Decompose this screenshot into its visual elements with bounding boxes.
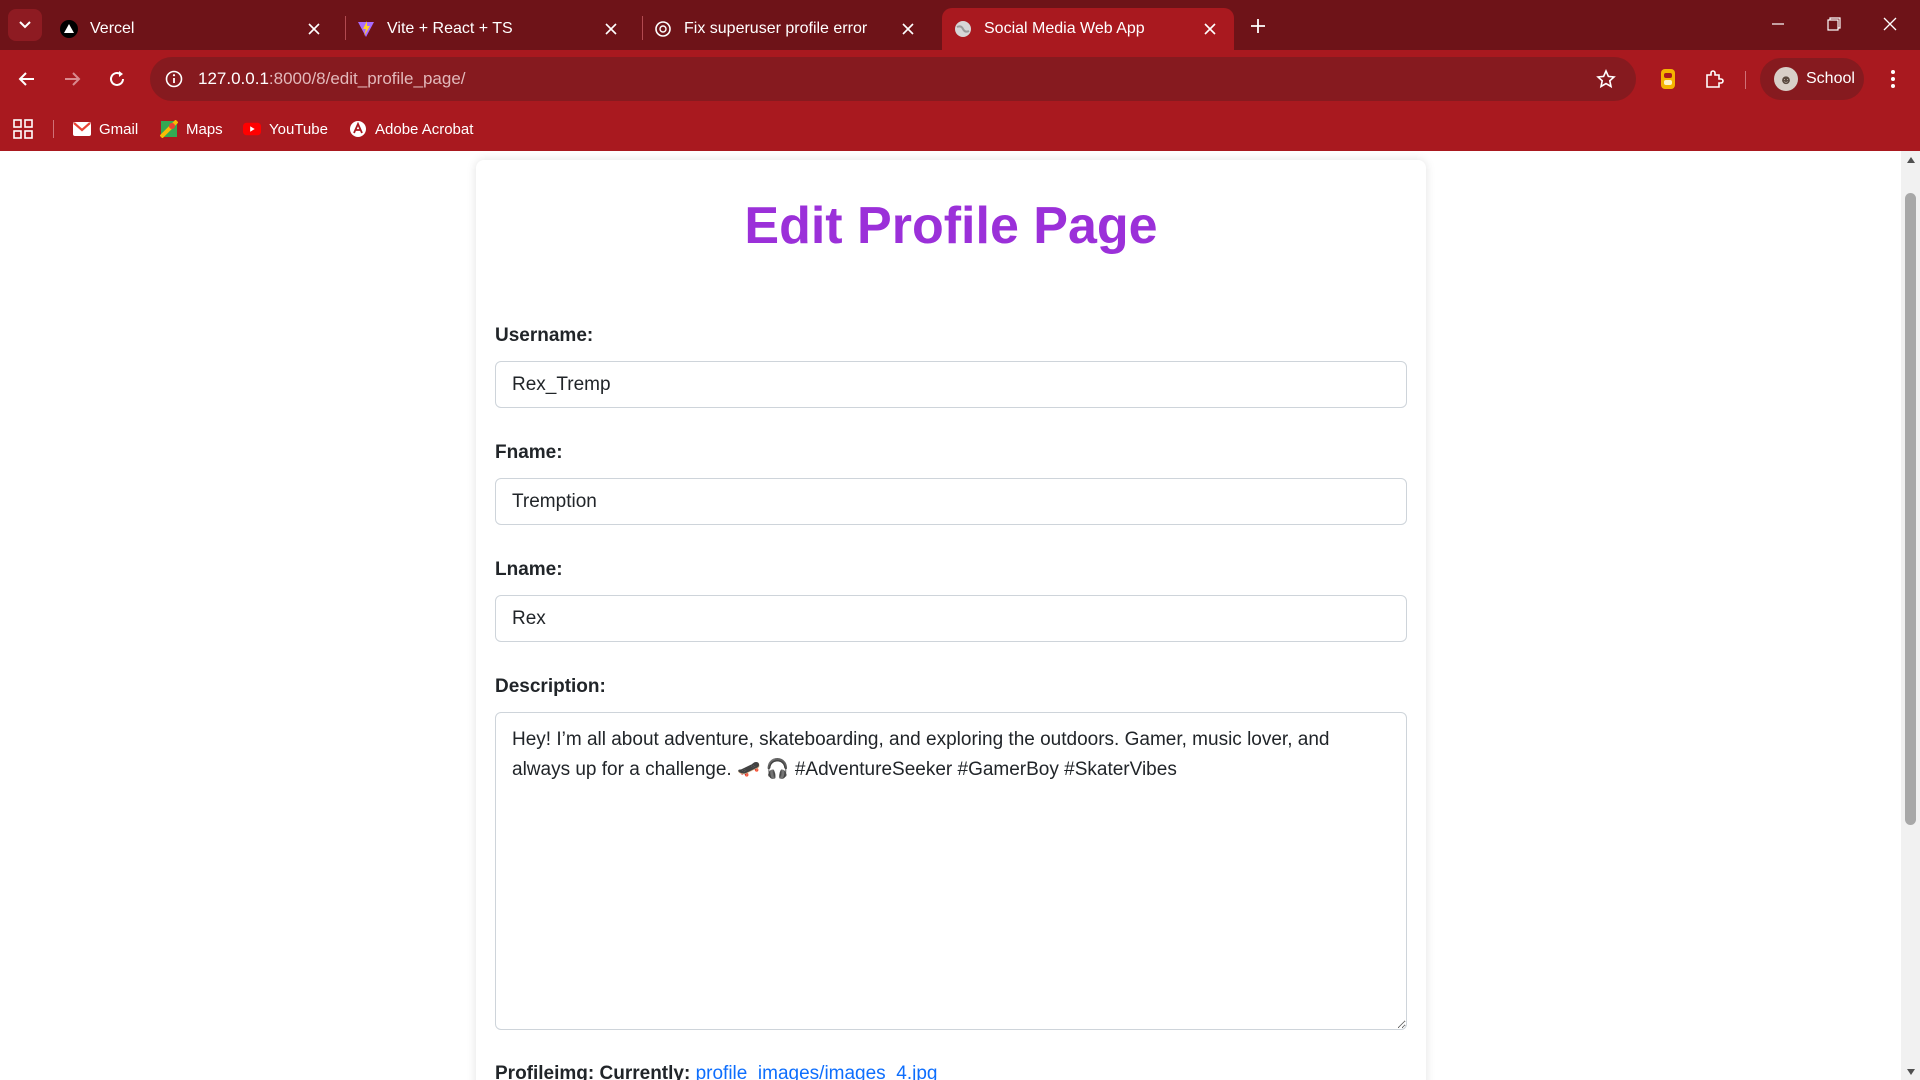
avatar: ☻	[1774, 67, 1798, 91]
browser-toolbar: 127.0.0.1:8000/8/edit_profile_page/ ☻ Sc…	[0, 50, 1920, 108]
extension-icon[interactable]	[1652, 63, 1684, 95]
username-label: Username:	[495, 325, 594, 346]
page-scrollbar[interactable]	[1901, 151, 1920, 1080]
tab-chatgpt[interactable]: Fix superuser profile error	[642, 8, 932, 50]
close-tab-icon[interactable]	[896, 17, 920, 41]
globe-icon	[954, 20, 972, 38]
bookmarks-divider	[53, 120, 54, 138]
reload-button[interactable]	[99, 61, 135, 97]
bookmark-maps[interactable]: Maps	[160, 116, 223, 142]
chevron-down-icon	[19, 21, 31, 29]
toolbar-divider	[1745, 71, 1746, 89]
close-tab-icon[interactable]	[599, 17, 623, 41]
youtube-icon	[243, 120, 261, 138]
site-info-icon[interactable]	[154, 59, 194, 99]
bookmark-gmail[interactable]: Gmail	[73, 116, 138, 142]
acrobat-icon	[349, 120, 367, 138]
plus-icon	[1251, 19, 1265, 33]
profileimg-current-link[interactable]: profile_images/images_4.jpg	[696, 1063, 938, 1080]
minimize-icon	[1772, 23, 1784, 25]
scroll-down-arrow-icon[interactable]	[1901, 1063, 1920, 1080]
address-bar[interactable]: 127.0.0.1:8000/8/edit_profile_page/	[150, 57, 1636, 101]
vite-icon	[357, 20, 375, 38]
tab-strip: Vercel Vite + React + TS Fix superuser p…	[0, 0, 1920, 50]
forward-button[interactable]	[54, 61, 90, 97]
scrollbar-thumb[interactable]	[1905, 193, 1916, 825]
description-label: Description:	[495, 676, 606, 697]
close-icon	[1883, 17, 1897, 31]
edit-profile-card: Edit Profile Page Username: Fname: Lname…	[476, 160, 1426, 1080]
close-window-button[interactable]	[1862, 0, 1918, 48]
profileimg-label: Profileimg:	[495, 1063, 595, 1080]
scroll-up-arrow-icon[interactable]	[1901, 151, 1920, 168]
profile-button[interactable]: ☻ School	[1760, 58, 1864, 100]
url-host: 127.0.0.1	[198, 69, 269, 88]
bookmark-label: Maps	[186, 120, 223, 138]
bookmark-label: YouTube	[269, 120, 328, 138]
maps-icon	[160, 120, 178, 138]
tab-title: Social Media Web App	[984, 20, 1145, 37]
bookmark-adobe-acrobat[interactable]: Adobe Acrobat	[349, 116, 473, 142]
url-path: :8000/8/edit_profile_page/	[268, 69, 466, 88]
back-button[interactable]	[9, 61, 45, 97]
kebab-menu-icon	[1891, 70, 1895, 88]
new-tab-button[interactable]	[1244, 12, 1272, 40]
profileimg-currently: Currently:	[599, 1063, 691, 1080]
lname-field[interactable]	[495, 595, 1407, 642]
tab-title: Vercel	[90, 20, 135, 37]
extensions-puzzle-icon[interactable]	[1698, 63, 1730, 95]
page-viewport: Edit Profile Page Username: Fname: Lname…	[0, 151, 1901, 1080]
apps-button[interactable]	[13, 116, 33, 142]
description-textarea[interactable]: Hey! I’m all about adventure, skateboard…	[495, 712, 1407, 1030]
chatgpt-icon	[654, 20, 672, 38]
bookmark-label: Adobe Acrobat	[375, 120, 474, 138]
apps-grid-icon	[13, 119, 33, 139]
arrow-left-icon	[18, 72, 34, 86]
bookmarks-bar: Gmail Maps YouTube Adobe Acrobat	[0, 108, 1920, 151]
tab-title: Vite + React + TS	[387, 20, 513, 37]
minimize-button[interactable]	[1750, 0, 1806, 48]
fname-label: Fname:	[495, 442, 563, 463]
url-text: 127.0.0.1:8000/8/edit_profile_page/	[198, 69, 466, 89]
arrow-right-icon	[65, 72, 81, 86]
reload-icon	[110, 71, 124, 86]
close-tab-icon[interactable]	[302, 17, 326, 41]
vercel-triangle-icon	[60, 20, 78, 38]
tab-title: Fix superuser profile error	[684, 20, 868, 37]
bookmark-label: Gmail	[99, 120, 139, 138]
profile-label: School	[1806, 70, 1855, 87]
close-tab-icon[interactable]	[1198, 17, 1222, 41]
username-field[interactable]	[495, 361, 1407, 408]
fname-field[interactable]	[495, 478, 1407, 525]
restore-icon	[1827, 17, 1841, 31]
tab-search-button[interactable]	[8, 9, 42, 41]
gmail-icon	[73, 120, 91, 138]
browser-menu-button[interactable]	[1877, 63, 1909, 95]
tab-social-media-web-app[interactable]: Social Media Web App	[942, 8, 1234, 50]
restore-button[interactable]	[1806, 0, 1862, 48]
bookmark-youtube[interactable]: YouTube	[243, 116, 328, 142]
tab-vercel[interactable]: Vercel	[48, 8, 338, 50]
tab-vite[interactable]: Vite + React + TS	[345, 8, 635, 50]
bookmark-star-icon[interactable]	[1592, 65, 1620, 93]
profileimg-row: Profileimg: Currently: profile_images/im…	[495, 1063, 937, 1080]
lname-label: Lname:	[495, 559, 563, 580]
page-title: Edit Profile Page	[744, 197, 1158, 255]
